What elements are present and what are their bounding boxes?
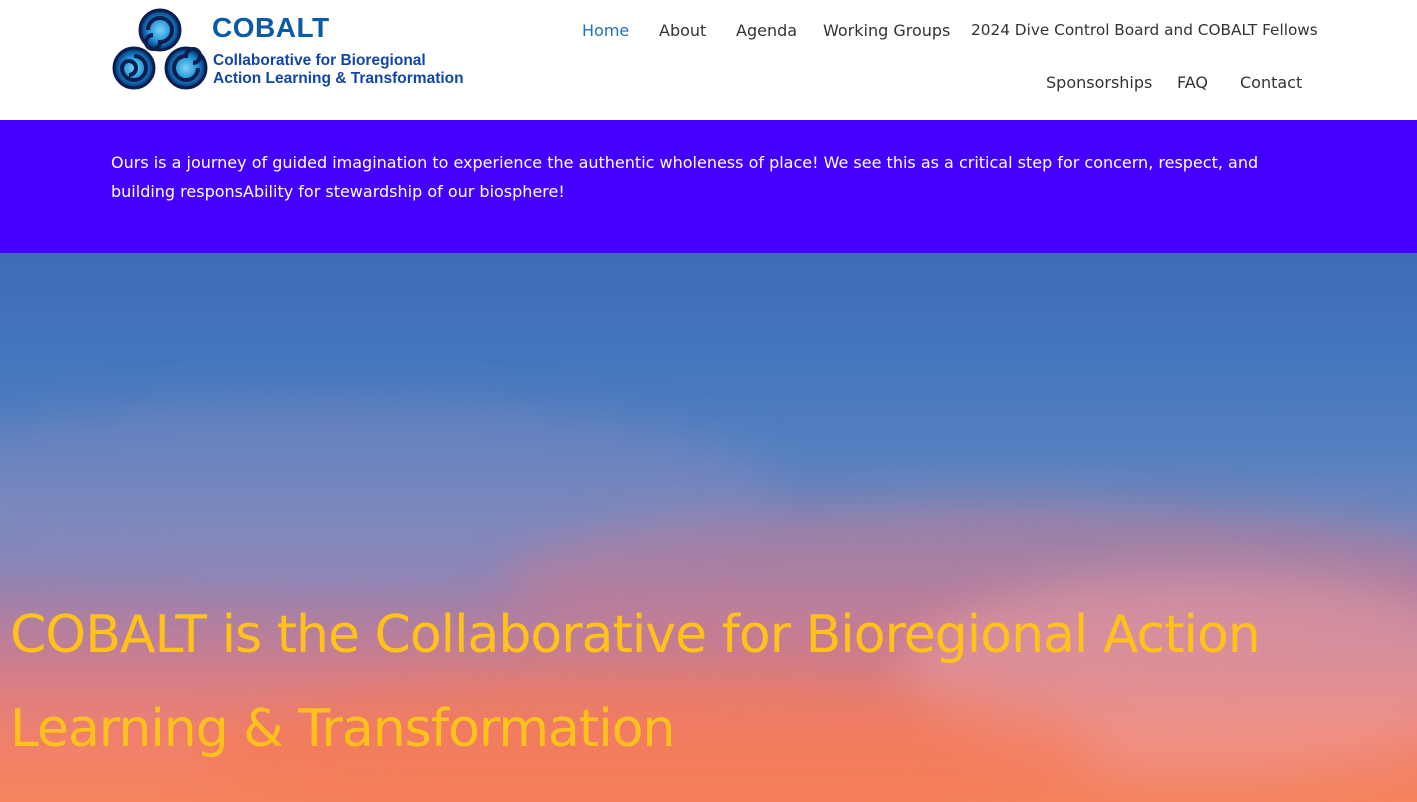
nav-item-contact[interactable]: Contact <box>1240 75 1302 91</box>
nav-item-sponsorships[interactable]: Sponsorships <box>1046 75 1152 91</box>
site-logo[interactable]: COBALT Collaborative for Bioregional Act… <box>112 6 482 96</box>
triskelion-logo-icon <box>112 8 208 90</box>
nav-item-faq[interactable]: FAQ <box>1177 75 1208 91</box>
nav-item-working-groups[interactable]: Working Groups <box>823 23 950 39</box>
logo-subtitle-line2: Action Learning & Transformation <box>213 70 464 87</box>
nav-item-agenda[interactable]: Agenda <box>736 23 797 39</box>
hero-title: COBALT is the Collaborative for Bioregio… <box>10 605 1261 759</box>
site-header: COBALT Collaborative for Bioregional Act… <box>0 0 1417 120</box>
logo-title: COBALT <box>212 12 330 43</box>
hero-section: COBALT is the Collaborative for Bioregio… <box>0 253 1417 802</box>
nav-item-about[interactable]: About <box>659 23 706 39</box>
nav-item-dive-control-board[interactable]: 2024 Dive Control Board and COBALT Fello… <box>971 22 1318 38</box>
intro-text: Ours is a journey of guided imagination … <box>111 153 1259 201</box>
intro-banner: Ours is a journey of guided imagination … <box>0 120 1417 253</box>
logo-subtitle-line1: Collaborative for Bioregional <box>213 52 426 69</box>
nav-item-home[interactable]: Home <box>582 23 629 39</box>
